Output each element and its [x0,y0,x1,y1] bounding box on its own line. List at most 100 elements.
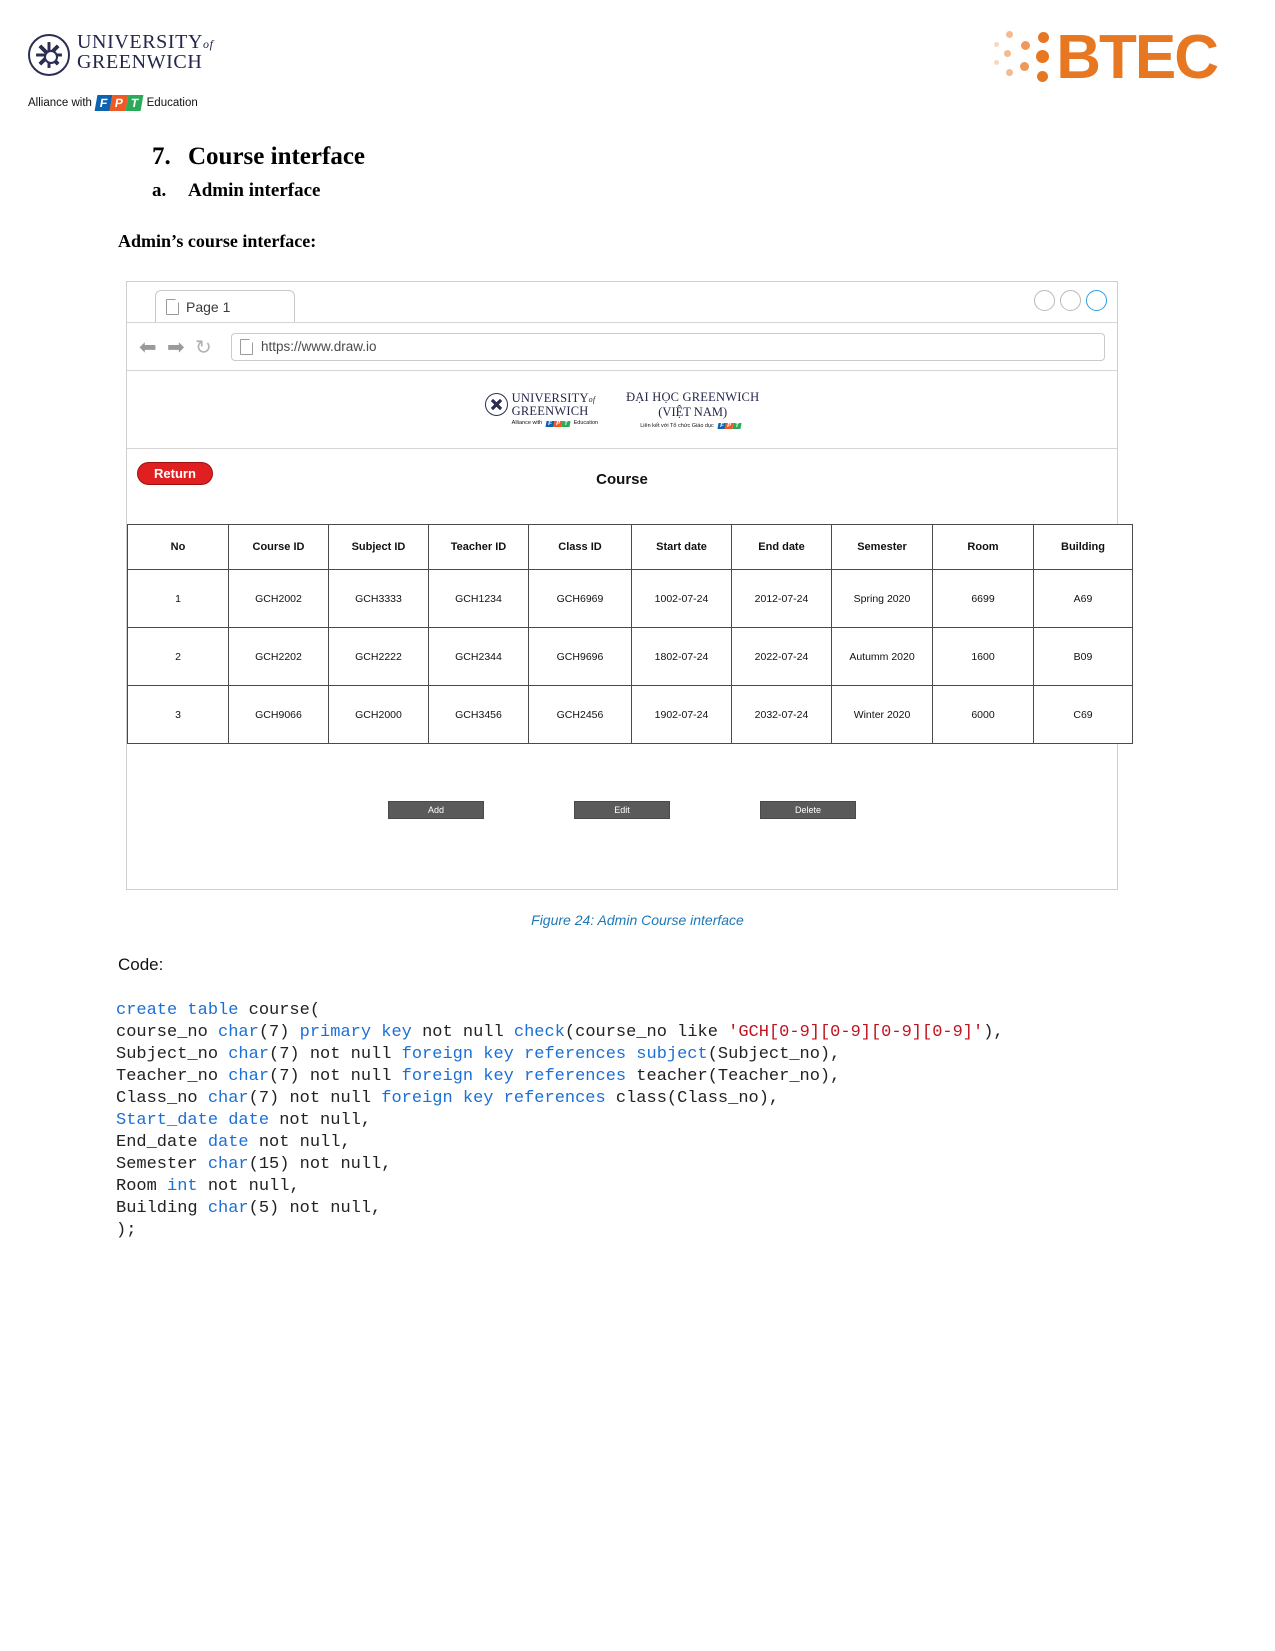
table-cell: B09 [1033,627,1133,686]
code-token: char [228,1067,270,1086]
fpt-logo: F P T [94,95,145,111]
table-cell: 6000 [932,685,1034,744]
code-token: not null [411,1023,514,1042]
table-cell: GCH2000 [328,685,429,744]
column-header-semester: Semester [831,524,933,570]
table-cell: Autumm 2020 [831,627,933,686]
code-token: foreign key references subject [401,1045,708,1064]
greenwich-banner: UNIVERSITYof GREENWICH Alliance with F P… [127,371,1117,449]
table-row[interactable]: 1 GCH2002 GCH3333 GCH1234 GCH6969 1002-07-24 2… [127,569,1133,628]
close-button[interactable] [1086,290,1107,311]
fpt-letter-t: T [561,420,571,427]
browser-url-bar: ⬅ ➡ ↻ https://www.draw.io [127,323,1117,371]
table-cell: 1802-07-24 [631,627,732,686]
column-header-room: Room [932,524,1034,570]
table-cell: GCH2456 [528,685,632,744]
course-table: No Course ID Subject ID Teacher ID Class ID S… [127,524,1133,744]
code-token: (Subject_no), [707,1045,841,1064]
section-heading: 7. Course interface [152,143,365,171]
code-token: teacher(Teacher_no), [626,1067,841,1086]
table-header-row: No Course ID Subject ID Teacher ID Class ID S… [127,524,1133,570]
minimize-button[interactable] [1034,290,1055,311]
section-title: Course interface [188,143,366,170]
code-token: Class_no [116,1089,208,1108]
delete-button[interactable]: Delete [760,801,856,819]
fpt-logo: F P T [545,420,571,427]
code-token: int [167,1177,198,1196]
code-token: char [228,1045,270,1064]
browser-tab-label: Page 1 [186,298,231,315]
table-row[interactable]: 3 GCH9066 GCH2000 GCH3456 GCH2456 1902-07-24 2… [127,685,1133,744]
code-token: ); [116,1221,137,1240]
column-header-teacher-id: Teacher ID [428,524,529,570]
edit-button[interactable]: Edit [574,801,670,819]
table-row[interactable]: 2 GCH2202 GCH2222 GCH2344 GCH9696 1802-07-24 2… [127,627,1133,686]
code-token: char [207,1155,249,1174]
table-cell: 1 [127,569,229,628]
code-token: not null, [197,1177,300,1196]
code-token: (15) not null, [248,1155,392,1174]
banner-uog-of: of [588,395,596,405]
table-cell: 2 [127,627,229,686]
forward-arrow-icon[interactable]: ➡ [167,336,189,358]
url-input[interactable]: https://www.draw.io [231,332,1105,361]
code-token: (7) not null [248,1089,382,1108]
return-button[interactable]: Return [137,462,213,485]
code-token: ), [983,1023,1004,1042]
university-of-greenwich-logo: UNIVERSITYof GREENWICH [28,32,214,76]
code-label: Code: [118,955,164,974]
code-token: date [207,1133,249,1152]
code-token: Subject_no [116,1045,229,1064]
table-cell: 2032-07-24 [731,685,832,744]
table-cell: A69 [1033,569,1133,628]
table-cell: GCH2344 [428,627,529,686]
banner-vn-line1: ĐẠI HỌC GREENWICH [626,390,760,404]
alliance-with-fpt-education: Alliance with F P T Education [28,95,198,111]
table-cell: 2012-07-24 [731,569,832,628]
back-arrow-icon[interactable]: ⬅ [139,336,161,358]
banner-uk-logo: UNIVERSITYof GREENWICH Alliance with F P… [484,392,598,427]
table-cell: 1600 [932,627,1034,686]
code-token: not null, [269,1111,372,1130]
browser-mockup: Page 1 ⬅ ➡ ↻ https://www.draw.io UNIVERS… [126,281,1133,890]
btec-dots-icon [994,22,1056,94]
add-button[interactable]: Add [388,801,484,819]
alliance-suffix: Education [146,97,198,109]
banner-vn-line2: (VIỆT NAM) [658,405,728,419]
alliance-prefix: Alliance with [28,97,92,109]
fpt-logo: F P T [717,423,742,429]
lead-text: Admin’s course interface: [118,231,317,251]
code-token: primary key [299,1023,412,1042]
sql-code-block: create table course( course_no char(7) p… [116,1000,1004,1242]
action-button-row: Add Edit Delete [127,801,1117,819]
browser-tab[interactable]: Page 1 [155,290,295,322]
web-page-content: UNIVERSITYof GREENWICH Alliance with F P… [127,371,1133,819]
table-cell: GCH6969 [528,569,632,628]
table-cell: 1902-07-24 [631,685,732,744]
table-cell: Spring 2020 [831,569,933,628]
table-cell: 1002-07-24 [631,569,732,628]
table-cell: GCH3456 [428,685,529,744]
maximize-button[interactable] [1060,290,1081,311]
code-token: class(Class_no), [605,1089,780,1108]
page-icon [166,298,179,315]
code-token: (5) not null, [248,1199,382,1218]
btec-logo: BTEC [994,22,1219,94]
code-token: End_date [116,1133,208,1152]
table-cell: GCH9066 [228,685,329,744]
btec-wordmark: BTEC [1056,23,1219,92]
table-cell: GCH9696 [528,627,632,686]
column-header-start-date: Start date [631,524,732,570]
reload-icon[interactable]: ↻ [195,336,217,358]
subsection-number: a. [152,180,167,201]
site-page-icon [240,338,253,355]
fpt-letter-t: T [732,423,742,429]
code-token: foreign key references [401,1067,627,1086]
code-token: course( [248,1001,321,1020]
banner-uog-line2: GREENWICH [511,403,589,418]
code-token: (7) not null [269,1045,402,1064]
url-text: https://www.draw.io [261,339,377,354]
browser-tab-bar: Page 1 [127,282,1117,323]
fpt-letter-t: T [125,95,145,111]
table-cell: Winter 2020 [831,685,933,744]
